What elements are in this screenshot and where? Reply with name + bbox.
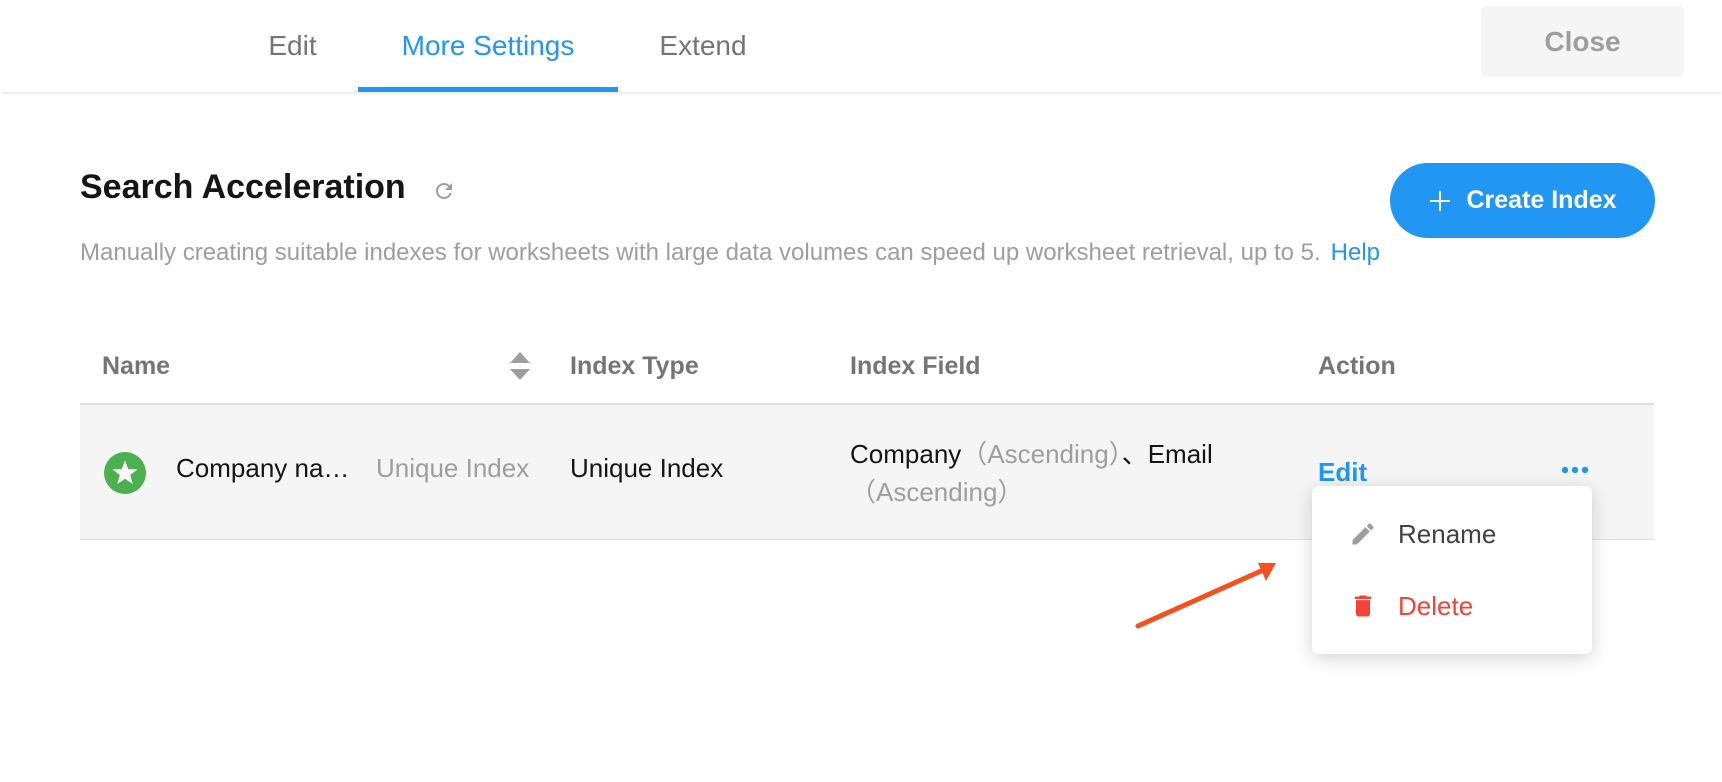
menu-item-rename[interactable]: Rename <box>1312 500 1592 568</box>
row-edit-link[interactable]: Edit <box>1318 457 1367 488</box>
close-button[interactable]: Close <box>1481 6 1684 77</box>
row-index-type: Unique Index <box>570 453 724 483</box>
section-title: Search Acceleration <box>80 168 406 206</box>
index-order-2: （Ascending） <box>850 477 1024 507</box>
column-header-index-type: Index Type <box>570 352 699 380</box>
tab-more-settings[interactable]: More Settings <box>358 0 618 92</box>
index-order-1: （Ascending） <box>961 439 1122 469</box>
index-field-separator: 、 <box>1121 439 1148 469</box>
star-badge-icon <box>104 452 146 494</box>
annotation-arrow-icon <box>1135 563 1276 629</box>
refresh-icon[interactable] <box>432 179 456 203</box>
description-text: Manually creating suitable indexes for w… <box>80 239 1321 266</box>
menu-item-rename-label: Rename <box>1398 518 1497 549</box>
section-description: Manually creating suitable indexes for w… <box>80 232 1400 274</box>
create-index-button[interactable]: Create Index <box>1390 163 1655 238</box>
plus-icon <box>1430 190 1451 211</box>
column-header-action: Action <box>1318 352 1396 380</box>
column-header-name[interactable]: Name <box>102 330 170 403</box>
menu-item-delete[interactable]: Delete <box>1312 572 1592 640</box>
trash-icon <box>1354 595 1372 617</box>
row-name-tag: Unique Index <box>376 453 530 483</box>
help-link[interactable]: Help <box>1331 239 1380 266</box>
sort-icon[interactable] <box>508 348 532 384</box>
top-bar: Edit More Settings Extend Close <box>0 0 1722 92</box>
row-action-menu: Rename Delete <box>1312 486 1592 654</box>
row-index-field: Company（Ascending）、Email （Ascending） <box>850 435 1270 511</box>
row-name: Company na… <box>176 453 350 483</box>
index-field-1: Company <box>850 439 962 469</box>
menu-item-delete-label: Delete <box>1398 590 1474 621</box>
index-field-2: Email <box>1147 439 1213 469</box>
column-header-index-field: Index Field <box>850 352 981 380</box>
tab-edit[interactable]: Edit <box>245 0 340 92</box>
tab-extend[interactable]: Extend <box>638 0 768 92</box>
more-options-icon[interactable] <box>1560 463 1590 477</box>
table-header: Name Index Type Index Field Action <box>80 330 1654 405</box>
create-index-label: Create Index <box>1466 186 1617 214</box>
pencil-icon <box>1352 523 1374 545</box>
